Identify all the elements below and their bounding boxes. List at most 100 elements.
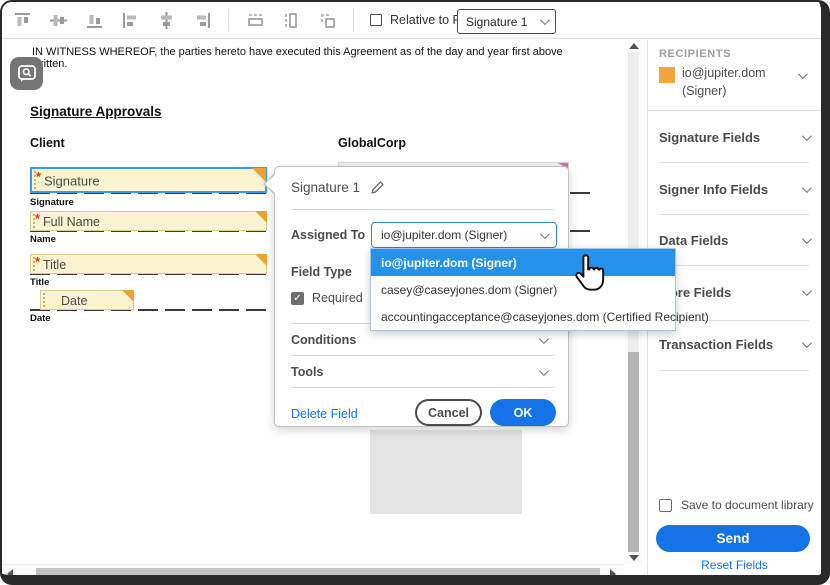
document-gray-block [370, 430, 522, 514]
recipient-color-swatch [659, 67, 675, 83]
required-label: Required [312, 291, 363, 305]
assigned-to-value: io@jupiter.dom (Signer) [381, 228, 507, 242]
full-name-field[interactable]: * Full Name [30, 211, 267, 231]
chevron-down-icon [802, 183, 812, 193]
assigned-to-label: Assigned To [291, 228, 365, 242]
assigned-to-select[interactable]: io@jupiter.dom (Signer) [371, 222, 557, 248]
chevron-down-icon [540, 229, 550, 239]
reset-fields-link[interactable]: Reset Fields [648, 558, 821, 572]
conditions-label: Conditions [291, 333, 356, 347]
assigned-to-options-list: io@jupiter.dom (Signer) casey@caseyjones… [370, 248, 676, 331]
chevron-down-icon [539, 334, 549, 344]
align-bottom-icon[interactable] [84, 10, 104, 30]
save-to-library-checkbox[interactable] [659, 499, 672, 512]
sidebar-divider [659, 370, 809, 371]
scroll-left-arrow[interactable] [7, 569, 13, 579]
field-corner-triangle [255, 211, 267, 223]
title-field[interactable]: * Title [30, 254, 267, 274]
signature-approvals-heading: Signature Approvals [30, 104, 162, 119]
field-caption: Title [30, 277, 49, 288]
recipient-role: (Signer) [682, 84, 726, 98]
match-size-icon[interactable] [317, 10, 337, 30]
drag-handle-dots[interactable] [43, 293, 45, 307]
field-alignment-toolbar: Relative to Page Signature 1 [2, 2, 821, 39]
field-tag: Signature [44, 174, 100, 189]
field-caption: Name [30, 234, 56, 245]
tools-label: Tools [291, 365, 323, 379]
chevron-down-icon [802, 338, 812, 348]
sidebar-divider [659, 265, 809, 266]
magnifier-bubble-icon [17, 64, 37, 84]
toolbar-divider [228, 9, 229, 31]
chevron-down-icon [802, 131, 812, 141]
field-tag: Date [61, 294, 87, 308]
delete-field-link[interactable]: Delete Field [291, 407, 358, 421]
save-to-library-label: Save to document library [681, 498, 814, 512]
recipient-email: io@jupiter.dom [682, 66, 766, 80]
send-button[interactable]: Send [656, 525, 810, 552]
signature-line [570, 192, 594, 194]
relative-to-page-checkbox[interactable] [370, 14, 382, 26]
field-tag: Title [43, 258, 66, 272]
align-vertical-center-icon[interactable] [48, 10, 68, 30]
align-left-icon[interactable] [120, 10, 140, 30]
horizontal-scroll-thumb[interactable] [36, 568, 600, 578]
vertical-scroll-thumb[interactable] [628, 352, 639, 552]
match-height-icon[interactable] [281, 10, 301, 30]
sidebar-section-transaction-fields[interactable]: Transaction Fields [659, 333, 809, 355]
app-frame: Relative to Page Signature 1 IN WITNESS … [0, 0, 830, 585]
scroll-right-arrow[interactable] [610, 569, 616, 579]
sidebar-section-signature-fields[interactable]: Signature Fields [659, 126, 809, 148]
field-selector-dropdown[interactable]: Signature 1 [457, 9, 556, 34]
chevron-down-icon [798, 69, 808, 79]
required-asterisk: * [36, 169, 41, 184]
chevron-down-icon [540, 15, 550, 25]
scroll-up-arrow[interactable] [629, 43, 639, 49]
tools-section[interactable]: Tools [291, 365, 546, 379]
chevron-down-icon [802, 234, 812, 244]
field-tag: Full Name [43, 215, 100, 229]
sidebar-divider [659, 162, 809, 163]
cancel-button[interactable]: Cancel [415, 399, 482, 426]
signature-field[interactable]: * Signature [30, 167, 267, 193]
conditions-section[interactable]: Conditions [291, 333, 546, 347]
option-io-jupiter[interactable]: io@jupiter.dom (Signer) [371, 249, 675, 276]
align-right-icon[interactable] [192, 10, 212, 30]
popup-divider [291, 387, 554, 388]
horizontal-scrollbar[interactable] [2, 564, 624, 580]
option-accountingacceptance[interactable]: accountingacceptance@caseyjones.dom (Cer… [371, 303, 675, 330]
sidebar-section-signer-info-fields[interactable]: Signer Info Fields [659, 178, 809, 200]
sidebar-section-data-fields[interactable]: Data Fields [659, 229, 809, 251]
option-casey[interactable]: casey@caseyjones.dom (Signer) [371, 276, 675, 303]
zoom-tool-button[interactable] [10, 57, 43, 90]
scroll-down-arrow[interactable] [629, 555, 639, 561]
toolbar-divider [353, 9, 354, 31]
alignment-icon-group [2, 10, 222, 30]
popup-divider [291, 209, 554, 210]
witness-paragraph: IN WITNESS WHEREOF, the parties hereto h… [32, 46, 592, 70]
date-field[interactable]: Date [40, 290, 134, 310]
field-caption: Signature [30, 197, 74, 208]
chevron-down-icon [802, 286, 812, 296]
sidebar-divider [659, 214, 809, 215]
sizing-icon-group [235, 10, 347, 30]
edit-pencil-icon[interactable] [370, 180, 385, 195]
align-horizontal-center-icon[interactable] [156, 10, 176, 30]
sidebar-section-more-fields[interactable]: More Fields [659, 281, 809, 303]
globalcorp-column-header: GlobalCorp [338, 136, 406, 150]
chevron-down-icon [539, 366, 549, 376]
match-width-icon[interactable] [245, 10, 265, 30]
required-checkbox[interactable]: ✓ [291, 292, 304, 305]
field-caption: Date [30, 313, 51, 324]
client-column-header: Client [30, 136, 65, 150]
align-top-icon[interactable] [12, 10, 32, 30]
popup-title: Signature 1 [291, 180, 360, 195]
required-asterisk: * [35, 254, 40, 269]
field-corner-triangle [255, 254, 267, 266]
field-selector-value: Signature 1 [466, 15, 527, 29]
required-asterisk: * [35, 211, 40, 226]
signature-line [570, 230, 594, 232]
ok-button[interactable]: OK [490, 399, 556, 426]
save-to-library-control[interactable]: Save to document library [659, 498, 814, 512]
field-corner-triangle [122, 290, 134, 302]
